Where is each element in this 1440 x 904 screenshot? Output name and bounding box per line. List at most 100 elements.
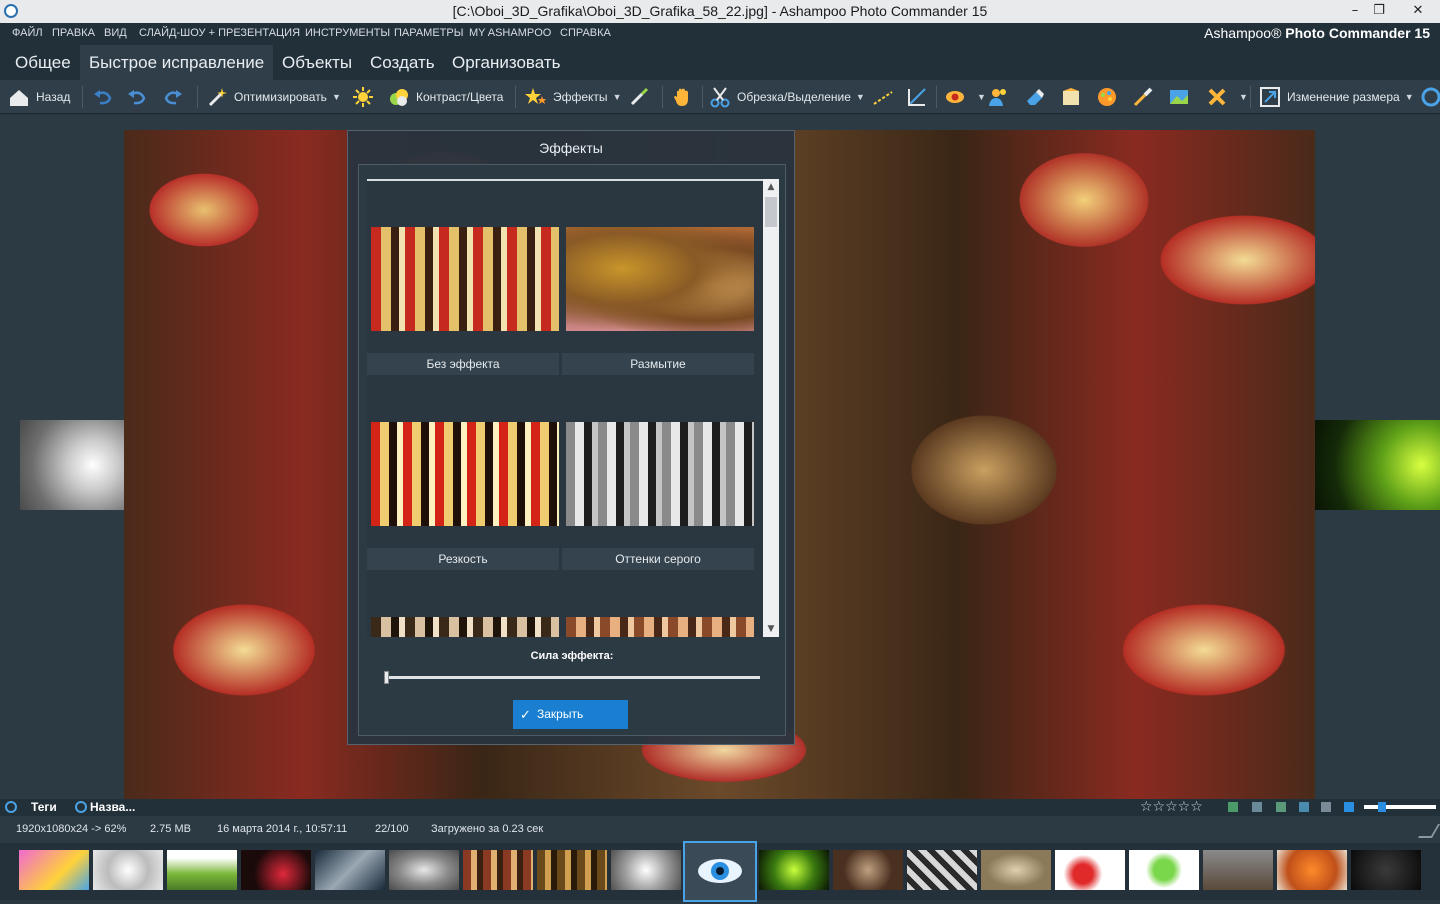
scrollbar-thumb[interactable] (765, 197, 777, 227)
tilt-shift-button[interactable] (1168, 80, 1196, 114)
zoom-slider[interactable] (1364, 802, 1436, 812)
filmstrip-thumbnail[interactable] (315, 850, 385, 890)
clone-button[interactable] (988, 80, 1016, 114)
menu-bar: ФАЙЛ ПРАВКА ВИД СЛАЙД-ШОУ + ПРЕЗЕНТАЦИЯ … (0, 23, 1440, 45)
menu-tools[interactable]: ИНСТРУМЕНТЫ (305, 27, 390, 39)
filmstrip-thumbnail[interactable] (1277, 850, 1347, 890)
optimize-button[interactable]: Оптимизировать ▼ (206, 80, 341, 114)
contrast-colors-button[interactable]: Контраст/Цвета (388, 80, 503, 114)
effects-scrollbar[interactable]: ▲ ▼ (763, 179, 779, 637)
filmstrip-thumbnail[interactable] (1351, 850, 1421, 890)
resize-grip-icon[interactable] (1417, 824, 1440, 838)
view-mode-icon[interactable] (1228, 802, 1238, 812)
separator (1250, 86, 1251, 108)
undo-all-button[interactable] (126, 80, 154, 114)
redo-button[interactable] (162, 80, 190, 114)
perspective-button[interactable] (906, 80, 934, 114)
filmstrip-thumbnail[interactable] (1129, 850, 1199, 890)
menu-edit[interactable]: ПРАВКА (52, 27, 95, 39)
perspective-icon (908, 88, 926, 106)
close-dialog-button[interactable]: ✓ Закрыть (513, 700, 628, 729)
menu-file[interactable]: ФАЙЛ (12, 27, 43, 39)
retouch-button[interactable] (1024, 80, 1052, 114)
zoom-handle[interactable] (1378, 802, 1386, 812)
effect-item-none[interactable]: Без эффекта (367, 181, 559, 375)
menu-options[interactable]: ПАРАМЕТРЫ (394, 27, 463, 39)
close-window-button[interactable]: ✕ (1398, 0, 1438, 22)
effect-strength-slider[interactable] (384, 671, 760, 684)
effect-item-blur[interactable]: Размытие (562, 181, 754, 375)
red-eye-button[interactable]: ▼ (944, 80, 986, 114)
zoom-icon[interactable] (1344, 802, 1354, 812)
effect-item-partial[interactable] (367, 571, 559, 637)
menu-view[interactable]: ВИД (104, 27, 127, 39)
color-adjust-button[interactable] (1096, 80, 1124, 114)
effect-item-partial[interactable] (562, 571, 754, 637)
filmstrip-thumbnail[interactable] (981, 850, 1051, 890)
scroll-down-icon[interactable]: ▼ (763, 621, 779, 637)
tags-radio[interactable] (5, 801, 17, 813)
effect-thumbnail (566, 422, 754, 526)
tab-general[interactable]: Общее (6, 45, 80, 80)
filmstrip-thumbnail[interactable] (19, 850, 89, 890)
menu-slideshow[interactable]: СЛАЙД-ШОУ + ПРЕЗЕНТАЦИЯ (139, 27, 300, 39)
back-button[interactable]: Назад (8, 80, 70, 114)
tab-quick-fix[interactable]: Быстрое исправление (80, 45, 274, 80)
rating-stars[interactable]: ☆☆☆☆☆ (1140, 799, 1203, 815)
rotate-button[interactable] (1420, 80, 1440, 114)
title-bar: [C:\Oboi_3D_Grafika\Oboi_3D_Grafika_58_2… (0, 0, 1440, 23)
tab-create[interactable]: Создать (361, 45, 444, 80)
redo-icon (164, 90, 182, 105)
tab-organize[interactable]: Организовать (443, 45, 569, 80)
filmstrip-thumbnail[interactable] (389, 850, 459, 890)
paint-button[interactable] (1132, 80, 1160, 114)
filmstrip-thumbnail[interactable] (907, 850, 977, 890)
menu-help[interactable]: СПРАВКА (560, 27, 611, 39)
next-image-preview[interactable] (1315, 420, 1440, 510)
straighten-button[interactable] (872, 80, 900, 114)
view-mode-icon[interactable] (1276, 802, 1286, 812)
tags-label[interactable]: Теги (31, 800, 57, 814)
restore-button[interactable]: ❐ (1364, 0, 1394, 22)
filmstrip-thumbnail[interactable] (537, 850, 607, 890)
filmstrip-thumbnail-selected[interactable] (683, 841, 757, 902)
name-label[interactable]: Назва... (90, 800, 135, 814)
chevron-down-icon: ▼ (612, 92, 622, 102)
separator (662, 86, 663, 108)
filmstrip-thumbnail[interactable] (1055, 850, 1125, 890)
palette-icon (1098, 88, 1116, 106)
effect-item-grayscale[interactable]: Оттенки серого (562, 376, 754, 570)
pan-tool-button[interactable] (672, 80, 700, 114)
effect-item-sharpen[interactable]: Резкость (367, 376, 559, 570)
filmstrip-thumbnail[interactable] (611, 850, 681, 890)
filmstrip-thumbnail[interactable] (241, 850, 311, 890)
effects-button[interactable]: Эффекты ▼ (525, 80, 621, 114)
remove-button[interactable]: ▼ (1206, 80, 1248, 114)
slider-handle[interactable] (384, 671, 389, 684)
filmstrip-thumbnail[interactable] (93, 850, 163, 890)
brightness-button[interactable] (352, 80, 380, 114)
menu-my-ashampoo[interactable]: MY ASHAMPOO (469, 27, 551, 39)
fullscreen-icon[interactable] (1321, 802, 1331, 812)
resize-button[interactable]: Изменение размера ▼ (1259, 80, 1414, 114)
contrast-colors-label: Контраст/Цвета (416, 90, 504, 104)
tab-objects[interactable]: Объекты (273, 45, 361, 80)
undo-button[interactable] (92, 80, 120, 114)
crop-select-button[interactable]: Обрезка/Выделение ▼ (709, 80, 865, 114)
effect-label: Оттенки серого (562, 548, 754, 570)
frame-button[interactable] (1060, 80, 1088, 114)
effect-label: Без эффекта (367, 353, 559, 375)
chevron-down-icon: ▼ (855, 92, 865, 102)
name-radio[interactable] (75, 801, 87, 813)
filmstrip-thumbnail[interactable] (833, 850, 903, 890)
filmstrip-thumbnail[interactable] (759, 850, 829, 890)
previous-image-preview[interactable] (20, 420, 124, 510)
filmstrip-thumbnail[interactable] (167, 850, 237, 890)
filmstrip-thumbnail[interactable] (1203, 850, 1273, 890)
back-label: Назад (36, 90, 71, 104)
scroll-up-icon[interactable]: ▲ (763, 179, 779, 195)
view-mode-icon[interactable] (1299, 802, 1309, 812)
filmstrip-thumbnail[interactable] (463, 850, 533, 890)
brush-effect-button[interactable] (628, 80, 656, 114)
view-mode-icon[interactable] (1252, 802, 1262, 812)
